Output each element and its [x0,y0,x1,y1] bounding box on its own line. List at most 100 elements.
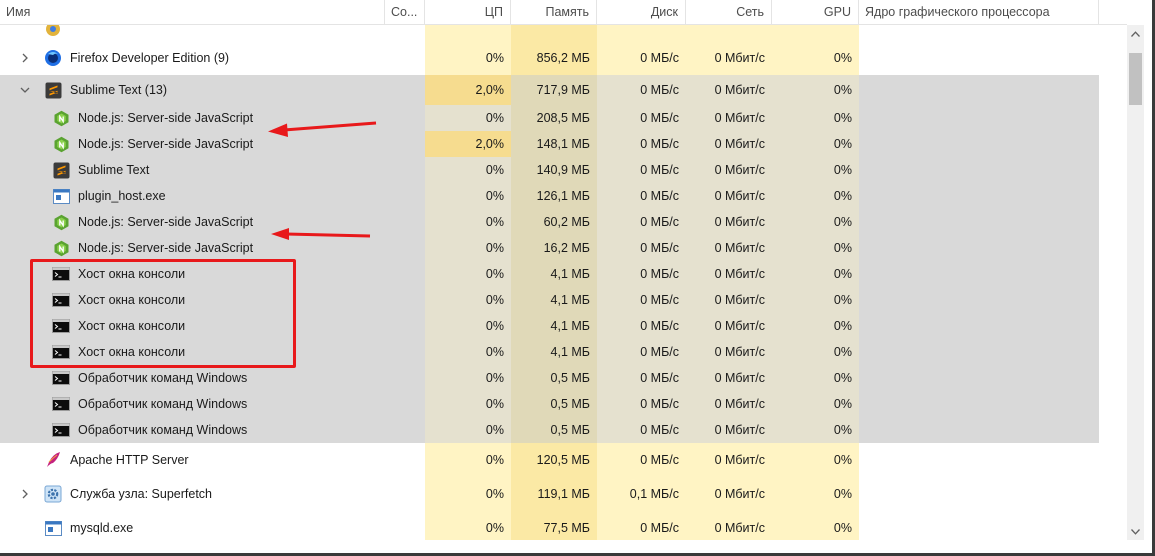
disk-value [597,25,686,41]
cpu-value: 0% [425,391,511,417]
gpu-value: 0% [772,391,859,417]
process-list: Firefox Developer Edition (9) 0% 856,2 МБ 0… [0,25,1127,540]
process-row[interactable]: Sublime Text (13) 2,0% 717,9 МБ 0 МБ/с 0 Мби… [0,75,1127,105]
cpu-value: 0% [425,261,511,287]
network-value: 0 Мбит/с [686,183,772,209]
chevron-right-icon[interactable] [18,53,32,63]
process-row[interactable]: Node.js: Server-side JavaScript 0% 16,2 МБ… [0,235,1127,261]
process-name: Node.js: Server-side JavaScript [78,137,254,151]
process-name: mysqld.exe [70,521,134,535]
row-spacer [1099,287,1127,313]
process-row[interactable]: Обработчик команд Windows 0% 0,5 МБ 0 МБ/с 0… [0,391,1127,417]
process-name-cell: Обработчик команд Windows [0,417,385,443]
disk-value: 0 МБ/с [597,365,686,391]
scroll-thumb[interactable] [1129,53,1142,105]
disk-value: 0 МБ/с [597,339,686,365]
process-row[interactable]: mysqld.exe 0% 77,5 МБ 0 МБ/с 0 Мбит/с 0% [0,511,1127,540]
gpu-value: 0% [772,339,859,365]
chevron-right-icon[interactable] [18,489,32,499]
disk-value: 0 МБ/с [597,105,686,131]
process-row[interactable]: Служба узла: Superfetch 0% 119,1 МБ 0,1 МБ/… [0,477,1127,511]
network-value: 0 Мбит/с [686,287,772,313]
process-row[interactable]: Apache HTTP Server 0% 120,5 МБ 0 МБ/с 0 Мбит… [0,443,1127,477]
disk-value: 0 МБ/с [597,417,686,443]
scroll-down-icon[interactable] [1127,523,1144,540]
process-row[interactable]: Sublime Text 0% 140,9 МБ 0 МБ/с 0 Мбит/с 0% [0,157,1127,183]
process-row[interactable]: Node.js: Server-side JavaScript 0% 60,2 МБ… [0,209,1127,235]
process-row[interactable]: Обработчик команд Windows 0% 0,5 МБ 0 МБ/с 0… [0,365,1127,391]
process-name-cell: Apache HTTP Server [0,443,385,477]
chrome-icon [44,25,62,38]
process-name: Хост окна консоли [78,293,186,307]
sublime-icon [44,81,62,99]
process-row[interactable]: Node.js: Server-side JavaScript 2,0% 148,1… [0,131,1127,157]
gpu-engine-value [859,477,1099,511]
gpu-value: 0% [772,511,859,540]
process-name-cell: Node.js: Server-side JavaScript [0,105,385,131]
column-gpu-engine[interactable]: Ядро графического процессора [859,0,1099,25]
process-row[interactable]: plugin_host.exe 0% 126,1 МБ 0 МБ/с 0 Мбит/с 0… [0,183,1127,209]
column-network[interactable]: Сеть [686,0,772,25]
cpu-value: 0% [425,443,511,477]
memory-value: 119,1 МБ [511,477,597,511]
process-row[interactable]: Хост окна консоли 0% 4,1 МБ 0 МБ/с 0 Мбит/с 0… [0,313,1127,339]
console-icon [52,421,70,439]
process-status-cell [385,25,425,41]
process-row[interactable]: Хост окна консоли 0% 4,1 МБ 0 МБ/с 0 Мбит/с 0… [0,287,1127,313]
gpu-value: 0% [772,209,859,235]
gpu-engine-value [859,105,1099,131]
process-row[interactable]: Node.js: Server-side JavaScript 0% 208,5 М… [0,105,1127,131]
column-memory[interactable]: Память [511,0,597,25]
gpu-engine-value [859,391,1099,417]
gpu-engine-value [859,417,1099,443]
process-row[interactable]: Хост окна консоли 0% 4,1 МБ 0 МБ/с 0 Мбит/с 0… [0,339,1127,365]
process-status-cell [385,417,425,443]
process-status-cell [385,235,425,261]
gpu-engine-value [859,313,1099,339]
firefox-icon [44,49,62,67]
memory-value: 140,9 МБ [511,157,597,183]
disk-value: 0 МБ/с [597,131,686,157]
nodejs-icon [52,109,70,127]
memory-value: 4,1 МБ [511,287,597,313]
row-spacer [1099,477,1127,511]
row-spacer [1099,209,1127,235]
chevron-down-icon[interactable] [18,85,32,95]
column-disk[interactable]: Диск [597,0,686,25]
gpu-engine-value [859,41,1099,75]
gpu-engine-value [859,157,1099,183]
memory-value: 77,5 МБ [511,511,597,540]
column-gpu[interactable]: GPU [772,0,859,25]
process-status-cell [385,183,425,209]
gpu-value: 0% [772,261,859,287]
apache-feather-icon [44,451,62,469]
row-spacer [1099,183,1127,209]
network-value: 0 Мбит/с [686,105,772,131]
process-status-cell [385,443,425,477]
gpu-engine-value [859,511,1099,540]
column-name[interactable]: Имя [0,0,385,25]
process-row[interactable] [0,25,1127,41]
scroll-up-icon[interactable] [1127,25,1144,42]
gpu-engine-value [859,235,1099,261]
cpu-value: 0% [425,183,511,209]
cpu-value: 0% [425,313,511,339]
cpu-value: 2,0% [425,75,511,105]
column-cpu[interactable]: ЦП [425,0,511,25]
disk-value: 0 МБ/с [597,261,686,287]
row-spacer [1099,443,1127,477]
column-status[interactable]: Со... [385,0,425,25]
process-row[interactable]: Обработчик команд Windows 0% 0,5 МБ 0 МБ/с 0… [0,417,1127,443]
gpu-value: 0% [772,105,859,131]
memory-value: 0,5 МБ [511,417,597,443]
process-name-cell: Обработчик команд Windows [0,391,385,417]
disk-value: 0 МБ/с [597,183,686,209]
network-value: 0 Мбит/с [686,391,772,417]
process-row[interactable]: Firefox Developer Edition (9) 0% 856,2 МБ 0… [0,41,1127,75]
gpu-engine-value [859,339,1099,365]
cpu-value: 0% [425,105,511,131]
console-icon [52,317,70,335]
cpu-value: 0% [425,235,511,261]
vertical-scrollbar[interactable] [1127,25,1144,540]
process-row[interactable]: Хост окна консоли 0% 4,1 МБ 0 МБ/с 0 Мбит/с 0… [0,261,1127,287]
